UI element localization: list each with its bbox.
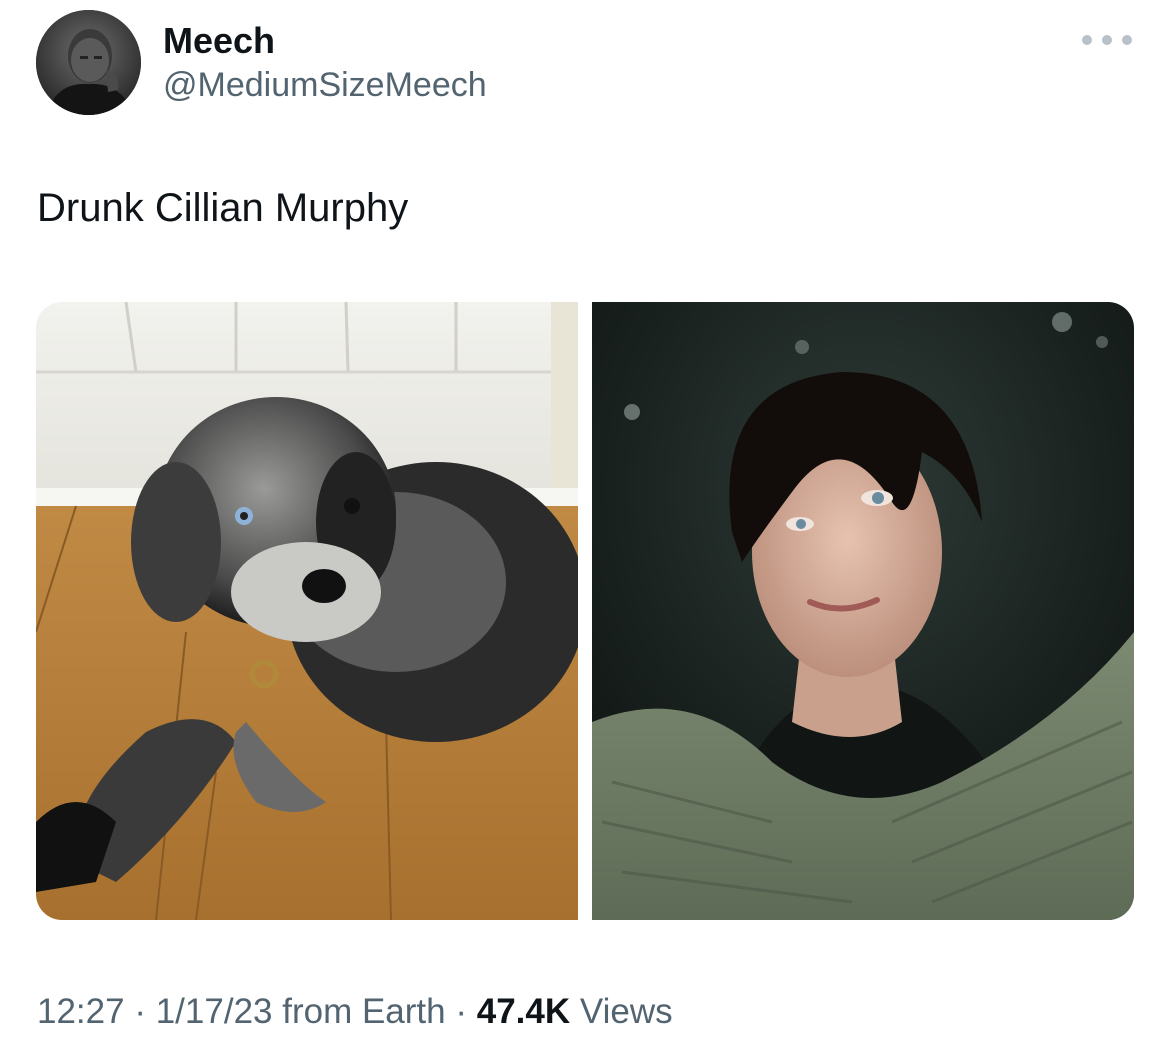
dog-photo bbox=[36, 302, 578, 920]
views-label[interactable]: Views bbox=[580, 992, 673, 1031]
media-grid bbox=[36, 302, 1134, 920]
man-photo bbox=[592, 302, 1134, 920]
username-handle[interactable]: @MediumSizeMeech bbox=[163, 64, 487, 106]
media-image-man[interactable] bbox=[592, 302, 1134, 920]
dot bbox=[1102, 35, 1112, 45]
views-count[interactable]: 47.4K bbox=[477, 992, 570, 1031]
dot bbox=[1122, 35, 1132, 45]
tweet-date[interactable]: 1/17/23 bbox=[156, 992, 273, 1031]
tweet-time[interactable]: 12:27 bbox=[37, 992, 125, 1031]
avatar[interactable] bbox=[36, 10, 141, 115]
media-image-dog[interactable] bbox=[36, 302, 578, 920]
tweet-meta: 12:27 · 1/17/23 from Earth · 47.4K Views bbox=[37, 990, 673, 1034]
separator: · bbox=[134, 992, 146, 1031]
tweet-text: Drunk Cillian Murphy bbox=[37, 186, 409, 230]
more-horizontal-icon[interactable] bbox=[1082, 28, 1132, 52]
display-name[interactable]: Meech bbox=[163, 20, 275, 62]
separator: · bbox=[455, 992, 468, 1031]
dot bbox=[1082, 35, 1092, 45]
profile-photo bbox=[36, 10, 141, 115]
tweet-source: from Earth bbox=[282, 992, 446, 1031]
